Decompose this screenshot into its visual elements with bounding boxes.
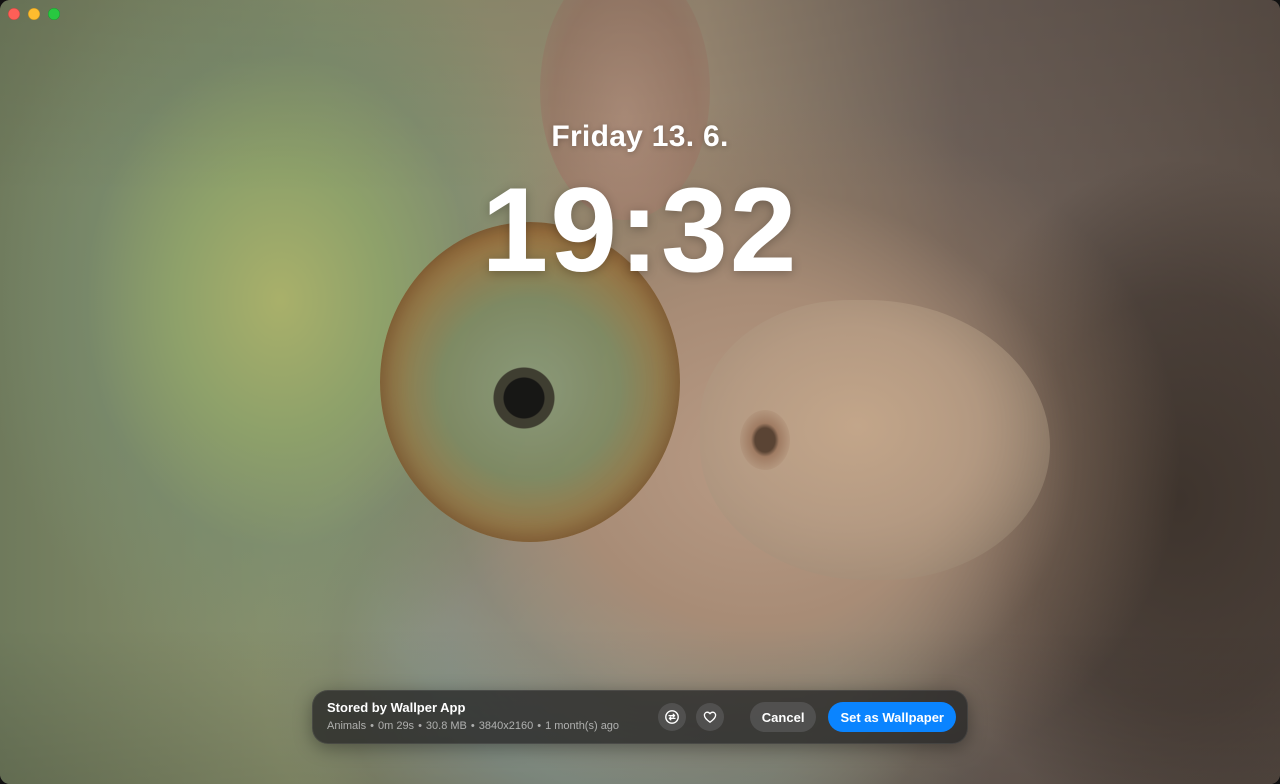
replace-button[interactable] [657, 703, 686, 731]
wallpaper-preview-panel: Stored by Wallper App Animals • 0m 29s • 30.… [312, 690, 968, 744]
meta-age: 1 month(s) ago [545, 720, 620, 732]
wallpaper-source-title: Stored by Wallper App [327, 700, 466, 715]
meta-separator: • [470, 720, 475, 732]
replace-icon [664, 710, 679, 724]
minimize-window-button[interactable] [28, 8, 40, 20]
zoom-window-button[interactable] [48, 8, 60, 20]
favorite-button[interactable] [695, 703, 724, 731]
meta-separator: • [418, 720, 422, 732]
set-as-wallpaper-button[interactable]: Set as Wallpaper [828, 702, 956, 732]
wallpaper-vignette [0, 0, 1280, 784]
wallpaper-image [0, 0, 1280, 784]
meta-separator: • [370, 720, 374, 732]
lockscreen-time: 19:32 [481, 163, 799, 297]
panel-actions: Cancel Set as Wallpaper [657, 702, 956, 732]
meta-size: 30.8 MB [425, 720, 467, 732]
app-window: Friday 13. 6. 19:32 Stored by Wallper Ap… [0, 0, 1280, 784]
meta-separator: • [537, 720, 542, 732]
wallpaper-metadata: Animals • 0m 29s • 30.8 MB • 3840x2160 • 1 month… [327, 719, 658, 734]
close-window-button[interactable] [8, 8, 20, 20]
window-controls [8, 8, 60, 20]
heart-icon [703, 711, 717, 723]
meta-duration: 0m 29s [377, 720, 415, 732]
meta-resolution: 3840x2160 [478, 720, 534, 732]
wallpaper-info: Stored by Wallper App Animals • 0m 29s • 30.… [327, 700, 658, 734]
meta-category: Animals [327, 720, 367, 732]
cancel-button[interactable]: Cancel [749, 702, 817, 732]
lockscreen-date: Friday 13. 6. [551, 120, 729, 153]
